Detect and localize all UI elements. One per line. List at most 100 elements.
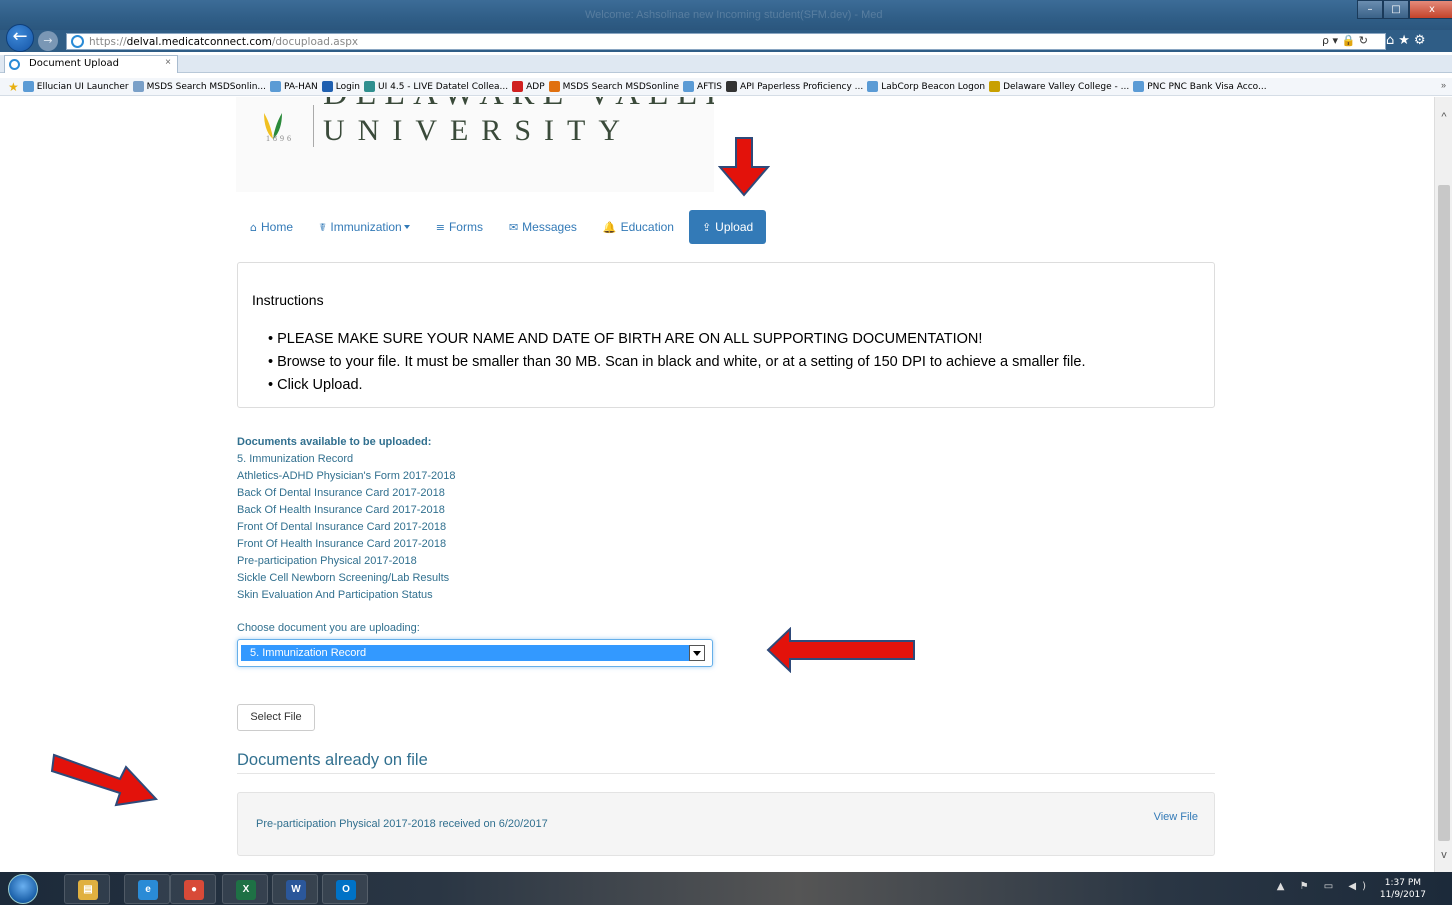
- favorite-icon: [726, 81, 738, 92]
- favorite-icon: [989, 81, 1001, 92]
- scroll-up-icon[interactable]: ^: [1435, 109, 1452, 126]
- documents-on-file-heading: Documents already on file: [237, 751, 428, 769]
- taskbar-internet-explorer[interactable]: e: [124, 874, 170, 904]
- dropdown-chevron-icon[interactable]: [689, 645, 705, 661]
- documents-available-list: Documents available to be uploaded: 5. I…: [237, 434, 456, 604]
- close-window-button[interactable]: x: [1409, 0, 1452, 19]
- favorite-icon: [512, 81, 524, 92]
- window-controls: – □ x: [1357, 0, 1452, 20]
- nav-education[interactable]: 🔔 Education: [590, 210, 687, 244]
- favorite-link[interactable]: Ellucian UI Launcher: [22, 81, 129, 92]
- document-item: Pre-participation Physical 2017-2018: [237, 555, 417, 567]
- scroll-down-icon[interactable]: v: [1435, 847, 1452, 864]
- clock-time: 1:37 PM: [1384, 878, 1422, 888]
- taskbar-outlook[interactable]: O: [322, 874, 368, 904]
- select-file-button[interactable]: Select File: [237, 704, 315, 731]
- forward-arrow-icon[interactable]: →: [38, 31, 58, 51]
- taskbar-excel[interactable]: X: [222, 874, 268, 904]
- favorite-icon: [867, 81, 879, 92]
- favorite-link[interactable]: UI 4.5 - LIVE Datatel Collea...: [364, 81, 508, 92]
- annotation-arrow-left: [766, 627, 915, 673]
- favorite-link[interactable]: API Paperless Proficiency ...: [726, 81, 863, 92]
- favorite-link[interactable]: AFTIS: [682, 81, 722, 92]
- nav-home[interactable]: ⌂ Home: [237, 210, 306, 244]
- document-item: Front Of Health Insurance Card 2017-2018: [237, 538, 447, 550]
- ie-page-icon: [71, 35, 84, 48]
- start-button[interactable]: [8, 874, 38, 904]
- outlook-icon: O: [336, 880, 356, 900]
- url-text[interactable]: https://delval.medicatconnect.com/docupl…: [89, 36, 358, 48]
- document-item: Skin Evaluation And Participation Status: [237, 589, 433, 601]
- document-item: Front Of Dental Insurance Card 2017-2018: [237, 521, 447, 533]
- favorite-icon: [548, 81, 560, 92]
- file-explorer-icon: ▤: [78, 880, 98, 900]
- back-arrow-icon[interactable]: ←: [6, 24, 34, 52]
- page-content: 1896 DELAWARE VALLEY UNIVERSITY ⌂Home☤Im…: [0, 97, 1434, 872]
- scrollbar-thumb[interactable]: [1438, 185, 1450, 841]
- tray-clock[interactable]: 1:37 PM 11/9/2017: [1380, 877, 1426, 901]
- taskbar-chrome[interactable]: ●: [170, 874, 216, 904]
- url-domain: delval.medicatconnect.com: [126, 36, 272, 48]
- maximize-button[interactable]: □: [1383, 0, 1409, 19]
- tab-label: Document Upload: [29, 58, 120, 69]
- annotation-arrow-down: [718, 137, 770, 197]
- section-divider: [237, 773, 1215, 774]
- favorites-bar: ★ Ellucian UI Launcher MSDS Search MSDSon…: [0, 78, 1452, 96]
- document-on-file-row: Pre-participation Physical 2017-2018 rec…: [237, 792, 1215, 856]
- nav-forms[interactable]: ≡ Forms: [423, 210, 496, 244]
- document-type-select[interactable]: 5. Immunization Record: [237, 639, 713, 667]
- favorite-link[interactable]: Login: [321, 81, 360, 92]
- minimize-button[interactable]: –: [1357, 0, 1383, 19]
- internet-explorer-icon: e: [138, 880, 158, 900]
- document-item: Back Of Dental Insurance Card 2017-2018: [237, 487, 445, 499]
- bell-icon: 🔔: [602, 220, 617, 234]
- address-tools[interactable]: ρ ▾ 🔒 ↻: [1322, 34, 1368, 47]
- tab-close-icon[interactable]: ×: [165, 57, 171, 68]
- word-icon: W: [286, 880, 306, 900]
- favorite-label: Delaware Valley College - ...: [1003, 81, 1130, 92]
- nav-immunization[interactable]: ☤ Immunization: [306, 210, 423, 244]
- nav-messages[interactable]: ✉ Messages: [496, 210, 590, 244]
- view-file-link[interactable]: View File: [1154, 811, 1198, 823]
- favorites-star-icon[interactable]: ★: [8, 80, 19, 94]
- caret-down-icon: [403, 225, 410, 229]
- favorite-label: Ellucian UI Launcher: [36, 81, 129, 92]
- home-star-gear-icons[interactable]: ⌂★⚙: [1386, 33, 1430, 48]
- favorite-link[interactable]: PNC PNC Bank Visa Acco...: [1133, 81, 1267, 92]
- nav-label: Immunization: [330, 220, 402, 234]
- tray-icons[interactable]: ▲ ⚑ ▭ ◀): [1277, 881, 1372, 892]
- windows-taskbar: ▤ e ● X W O ▲ ⚑ ▭ ◀) 1:37 PM 11/9/2017: [0, 872, 1452, 905]
- favorite-link[interactable]: MSDS Search MSDSonlin...: [132, 81, 266, 92]
- taskbar-word[interactable]: W: [272, 874, 318, 904]
- favorite-icon: [132, 81, 144, 92]
- favorite-icon: [22, 81, 34, 92]
- favorite-link[interactable]: MSDS Search MSDSonline: [548, 81, 679, 92]
- document-item: Back Of Health Insurance Card 2017-2018: [237, 504, 445, 516]
- favorite-icon: [270, 81, 282, 92]
- nav-upload[interactable]: ⇪ Upload: [688, 210, 767, 244]
- nav-label: Education: [620, 220, 674, 234]
- document-type-selected-value: 5. Immunization Record: [241, 645, 691, 661]
- favorite-link[interactable]: ADP: [512, 81, 545, 92]
- nav-label: Messages: [522, 220, 577, 234]
- upload-icon: ⇪: [701, 220, 712, 234]
- favorite-label: ADP: [526, 81, 545, 92]
- favorite-icon: [682, 81, 694, 92]
- address-bar[interactable]: https://delval.medicatconnect.com/docupl…: [66, 33, 1386, 50]
- favorite-link[interactable]: LabCorp Beacon Logon: [867, 81, 985, 92]
- favorites-more-icon[interactable]: »: [1441, 80, 1446, 90]
- logo-name-top: DELAWARE VALLEY: [323, 97, 714, 113]
- instructions-list: PLEASE MAKE SURE YOUR NAME AND DATE OF B…: [268, 328, 1085, 397]
- nav-label: Upload: [715, 220, 754, 234]
- excel-icon: X: [236, 880, 256, 900]
- annotation-arrow-diagonal: [50, 753, 159, 807]
- ie-tab-icon: [9, 59, 20, 70]
- favorite-icon: [1133, 81, 1145, 92]
- page-scrollbar[interactable]: ^ v: [1434, 97, 1452, 872]
- taskbar-file-explorer[interactable]: ▤: [64, 874, 110, 904]
- tab-document-upload[interactable]: Document Upload ×: [4, 55, 178, 73]
- favorite-link[interactable]: Delaware Valley College - ...: [989, 81, 1129, 92]
- window-title: Welcome: Ashsolinae new Incoming student…: [585, 9, 883, 21]
- envelope-icon: ✉: [508, 220, 519, 234]
- favorite-link[interactable]: PA-HAN: [270, 81, 318, 92]
